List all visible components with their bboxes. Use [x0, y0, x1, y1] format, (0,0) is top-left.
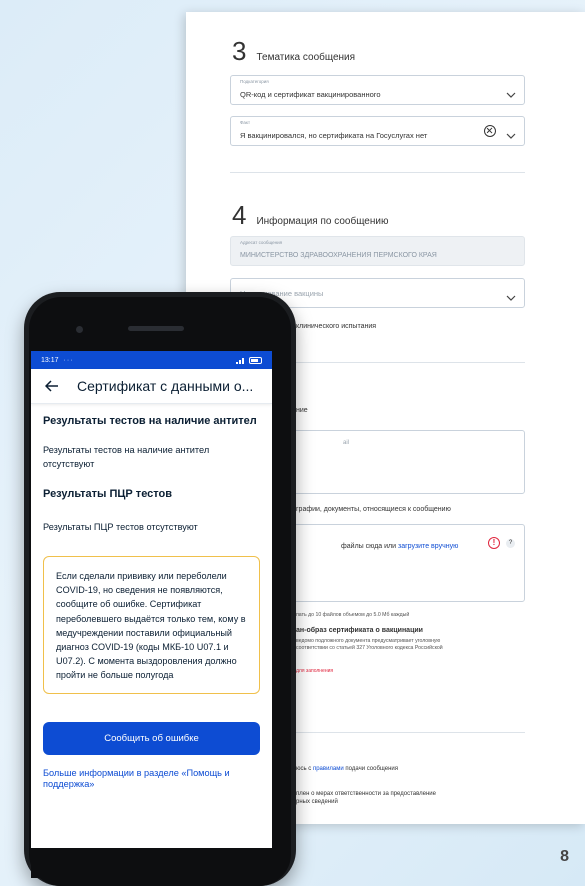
signal-icon — [236, 357, 244, 364]
field-value: МИНИСТЕРСТВО ЗДРАВООХРАНЕНИЯ ПЕРМСКОГО К… — [240, 252, 437, 259]
page-number: 8 — [560, 848, 569, 865]
required-note: для заполнения — [296, 668, 334, 674]
error-notice-box: Если сделали прививку или переболели COV… — [43, 556, 260, 694]
fact-select[interactable]: Факт Я вакцинировался, но сертификата на… — [230, 116, 525, 146]
upload-prefix: файлы сюда или — [341, 543, 398, 550]
agree-prefix: юсь с — [296, 766, 313, 772]
report-error-button[interactable]: Сообщить об ошибке — [43, 721, 260, 755]
section-3-header: 3 Тематика сообщения — [232, 36, 355, 67]
rules-link[interactable]: правилами — [313, 766, 344, 772]
help-support-link[interactable]: Больше информации в разделе «Помощь и по… — [43, 768, 260, 790]
recipient-field: Адресат сообщения МИНИСТЕРСТВО ЗДРАВООХР… — [230, 236, 525, 266]
section-4-header: 4 Информация по сообщению — [232, 200, 388, 231]
screen-title: Сертификат с данными о... — [77, 378, 254, 394]
responsibility-line1: плен о мерах ответственности за предоста… — [296, 791, 436, 797]
section-number: 4 — [232, 200, 247, 230]
chevron-down-icon[interactable] — [506, 86, 516, 98]
upload-manual-link[interactable]: загрузите вручную — [398, 543, 458, 550]
section-number: 3 — [232, 36, 247, 66]
front-camera — [76, 326, 83, 333]
section-title: Информация по сообщению — [256, 216, 389, 227]
phone-chin — [31, 848, 272, 878]
pcr-heading: Результаты ПЦР тестов — [43, 488, 173, 500]
upload-text: файлы сюда или загрузите вручную — [341, 543, 458, 550]
speaker-grille — [128, 326, 184, 331]
antibody-text: Результаты тестов на наличие антител отс… — [43, 445, 210, 469]
subcategory-select[interactable]: Подкатегория QR-код и сертификат вакцини… — [230, 75, 525, 105]
status-icons — [236, 356, 262, 364]
field-value: Я вакцинировался, но сертификата на Госу… — [240, 131, 428, 140]
description-heading: ние — [296, 407, 308, 414]
back-arrow-icon[interactable] — [45, 380, 59, 392]
chevron-down-icon[interactable] — [506, 127, 516, 139]
upload-limit-note: пать до 10 файлов объемом до 5.0 Мб кажд… — [296, 612, 410, 618]
field-label: Факт — [240, 120, 251, 125]
responsibility-line2: рных сведений — [296, 799, 338, 805]
status-bar: 13:17 ··· — [31, 351, 272, 369]
help-icon[interactable]: ? — [506, 539, 515, 548]
certificate-image-heading: ан-образ сертификата о вакцинации — [296, 627, 423, 634]
certificate-note-line2: соответствии со статьей 327 Уголовного к… — [296, 645, 443, 651]
phone-screen: 13:17 ··· Сертификат с данными о... Резу… — [31, 351, 272, 848]
pcr-text: Результаты ПЦР тестов отсутствуют — [43, 522, 198, 532]
status-time: 13:17 — [41, 356, 59, 364]
section-title: Тематика сообщения — [256, 52, 356, 63]
textarea-label: ail — [343, 440, 350, 446]
certificate-note-line1: ведомо подложного документа предусматрив… — [296, 638, 441, 644]
chevron-down-icon[interactable] — [506, 289, 516, 301]
battery-icon — [249, 356, 262, 364]
app-bar: Сертификат с данными о... — [31, 369, 272, 404]
antibody-heading: Результаты тестов на наличие антител — [43, 415, 257, 427]
clear-icon[interactable] — [484, 125, 496, 137]
field-label: Подкатегория — [240, 79, 269, 84]
warning-icon: ! — [488, 537, 500, 549]
attachments-caption: графии, документы, относящиеся к сообщен… — [296, 506, 451, 513]
status-dots: ··· — [63, 356, 74, 364]
agree-rules-checkbox-label[interactable]: юсь с правилами подачи сообщения — [296, 766, 398, 772]
screen-content: Результаты тестов на наличие антител Рез… — [31, 415, 272, 790]
field-value: QR-код и сертификат вакцинированного — [240, 90, 381, 99]
divider — [230, 172, 525, 173]
clinical-trial-checkbox-label[interactable]: клинического испытания — [296, 323, 376, 330]
field-label: Адресат сообщения — [240, 240, 283, 245]
agree-suffix: подачи сообщения — [343, 766, 399, 772]
